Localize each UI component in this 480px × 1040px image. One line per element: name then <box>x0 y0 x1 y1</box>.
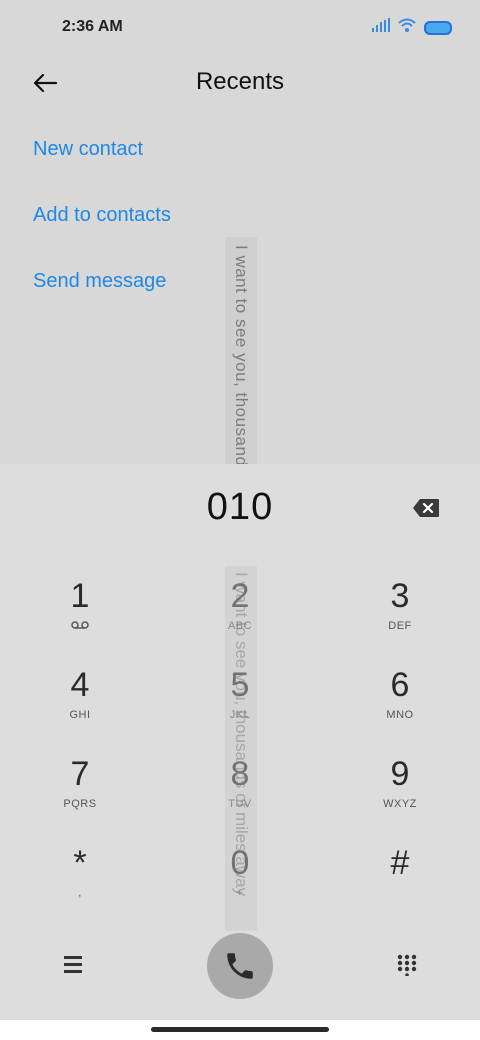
key-letters: , <box>78 887 82 899</box>
key-digit: 6 <box>390 666 410 704</box>
status-icons <box>372 18 452 37</box>
key-4[interactable]: 4 GHI <box>20 665 140 745</box>
banner-text: I want to see you, thousands of miles aw… <box>232 245 251 465</box>
dialed-number: 010 <box>206 486 274 528</box>
key-6[interactable]: 6 MNO <box>340 665 460 745</box>
backspace-button[interactable] <box>412 498 440 518</box>
battery-icon <box>424 20 452 35</box>
header: Recents <box>0 56 480 112</box>
key-letters: MNO <box>386 709 414 721</box>
key-digit: 3 <box>390 577 410 615</box>
key-star[interactable]: * , <box>20 843 140 923</box>
key-9[interactable]: 9 WXYZ <box>340 754 460 834</box>
key-digit: * <box>73 844 87 882</box>
page-title: Recents <box>195 68 285 95</box>
status-time: 2:36 AM <box>62 18 123 35</box>
add-to-contacts-link[interactable]: Add to contacts <box>33 200 171 266</box>
action-list: New contact Add to contacts Send message <box>33 134 171 332</box>
home-indicator[interactable] <box>151 1027 329 1032</box>
key-letters: DEF <box>388 620 412 632</box>
key-digit: 7 <box>70 755 90 793</box>
call-button[interactable] <box>207 933 273 999</box>
voicemail-icon <box>20 620 140 633</box>
system-nav-bar <box>0 1020 480 1040</box>
key-letters: WXYZ <box>383 798 417 810</box>
phone-icon <box>227 953 253 979</box>
menu-icon <box>64 956 82 973</box>
key-letters: GHI <box>69 709 91 721</box>
ghost-banner-text: I want to see you, thousands of miles aw… <box>232 572 251 897</box>
keypad-toggle-button[interactable] <box>396 954 418 977</box>
key-digit: 1 <box>70 577 90 615</box>
menu-button[interactable] <box>60 954 86 976</box>
send-message-link[interactable]: Send message <box>33 266 171 332</box>
keypad-icon <box>397 954 417 977</box>
status-bar: 2:36 AM <box>0 0 480 56</box>
signal-icon <box>372 18 390 37</box>
key-hash[interactable]: # <box>340 843 460 923</box>
wifi-icon <box>398 18 416 37</box>
backspace-icon <box>413 499 439 517</box>
key-digit: # <box>390 844 410 882</box>
new-contact-link[interactable]: New contact <box>33 134 171 200</box>
bottom-bar <box>0 930 480 1002</box>
key-1[interactable]: 1 <box>20 576 140 656</box>
vertical-text-banner: I want to see you, thousands of miles aw… <box>225 237 257 465</box>
key-7[interactable]: 7 PQRS <box>20 754 140 834</box>
ghost-text-banner: I want to see you, thousands of miles aw… <box>225 566 257 931</box>
key-digit: 9 <box>390 755 410 793</box>
key-3[interactable]: 3 DEF <box>340 576 460 656</box>
key-letters: PQRS <box>63 798 97 810</box>
key-digit: 4 <box>70 666 90 704</box>
